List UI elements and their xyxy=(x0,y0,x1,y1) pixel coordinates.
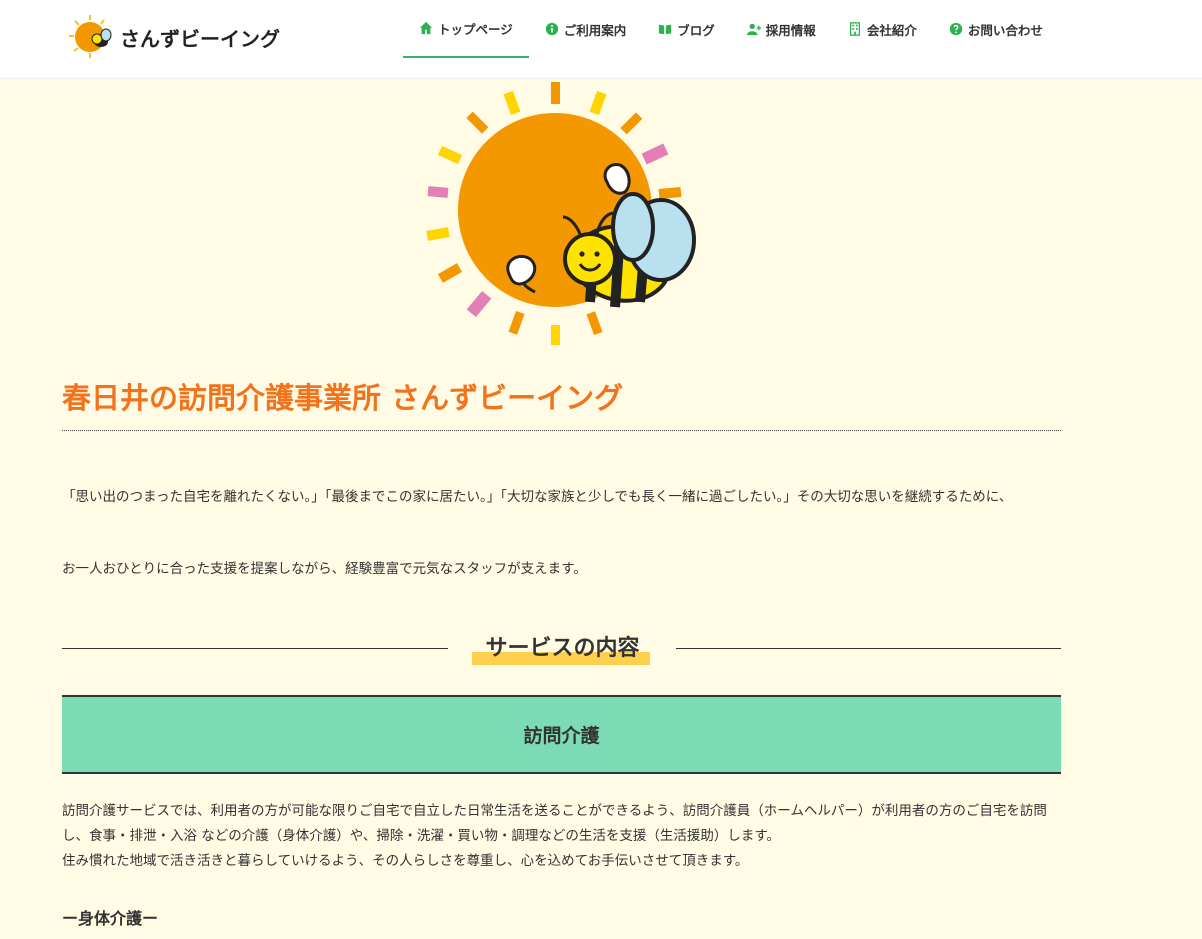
section-divider-right xyxy=(676,648,1061,649)
info-circle-icon xyxy=(545,22,558,36)
site-logo[interactable]: さんずビーイング xyxy=(68,14,288,60)
question-circle-icon xyxy=(949,22,962,36)
nav-item-top[interactable]: トップページ xyxy=(403,0,529,58)
nav-item-company[interactable]: 会社紹介 xyxy=(832,0,933,58)
nav-item-guide[interactable]: ご利用案内 xyxy=(529,0,643,58)
nav-item-blog[interactable]: ブログ xyxy=(642,0,731,58)
building-icon xyxy=(849,22,860,36)
nav-item-contact[interactable]: お問い合わせ xyxy=(933,0,1059,58)
sun-bee-hero-illustration xyxy=(426,82,696,345)
section-divider-left xyxy=(62,648,448,649)
nav-label: お問い合わせ xyxy=(967,22,1043,38)
nav-item-recruit[interactable]: 採用情報 xyxy=(731,0,832,58)
logo-text: さんずビーイング xyxy=(120,26,280,51)
service-description: 訪問介護サービスでは、利用者の方が可能な限りご自宅で自立した日常生活を送ることが… xyxy=(62,799,1062,874)
nav-label: ご利用案内 xyxy=(563,22,627,38)
book-icon xyxy=(659,24,672,35)
intro-paragraph-2: お一人おひとりに合った支援を提案しながら、経験豊富で元気なスタッフが支えます。 xyxy=(62,561,587,577)
home-icon xyxy=(419,21,433,35)
title-divider xyxy=(62,430,1061,431)
nav-label: 会社紹介 xyxy=(866,22,917,38)
main-nav: トップページ ご利用案内 ブログ 採用情報 会社紹介 お問い合わせ xyxy=(403,0,1059,78)
site-header: さんずビーイング トップページ ご利用案内 ブログ 採用情報 会社紹介 お問い合… xyxy=(0,0,1202,79)
service-heading-box: 訪問介護 xyxy=(62,695,1061,774)
nav-label: 採用情報 xyxy=(765,22,816,38)
service-name: 訪問介護 xyxy=(523,725,600,747)
nav-label: トップページ xyxy=(438,21,513,37)
user-plus-icon xyxy=(746,23,761,36)
intro-paragraph-1: 「思い出のつまった自宅を離れたくない。」「最後までこの家に居たい。」「大切な家族… xyxy=(62,489,1013,505)
service-description-line-2: 住み慣れた地域で活き活きと暮らしていけるよう、その人らしさを尊重し、心を込めてお… xyxy=(62,853,749,869)
sub-heading-body-care: ー身体介護ー xyxy=(62,909,159,928)
sun-bee-logo-icon xyxy=(69,15,112,58)
service-description-line-1: 訪問介護サービスでは、利用者の方が可能な限りご自宅で自立した日常生活を送ることが… xyxy=(62,803,1047,844)
section-title: サービスの内容 xyxy=(485,636,640,661)
nav-label: ブログ xyxy=(677,22,715,38)
page-title: 春日井の訪問介護事業所 さんずビーイング xyxy=(62,381,624,415)
